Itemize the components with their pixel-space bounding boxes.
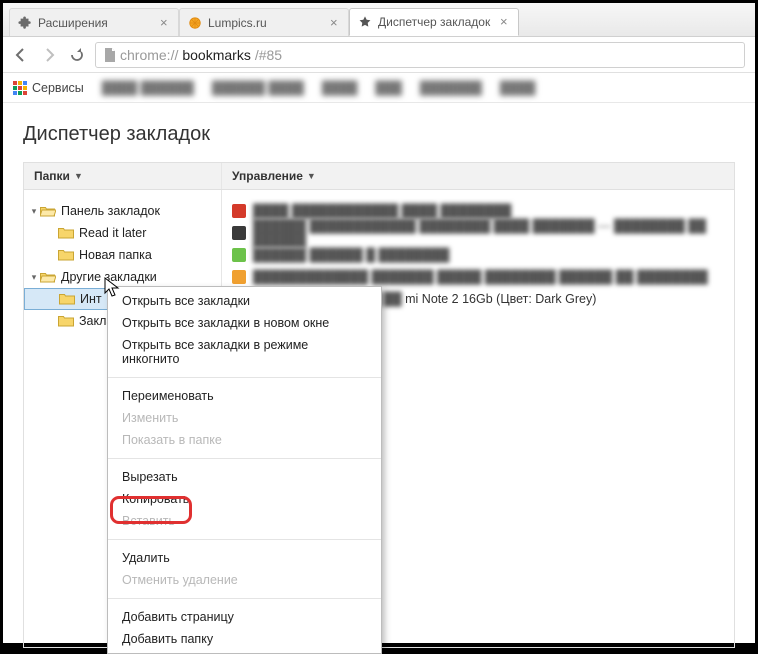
ctx-cut[interactable]: Вырезать [108,466,381,488]
ctx-open-all[interactable]: Открыть все закладки [108,290,381,312]
bookmark-link-blurred[interactable]: ███████ [420,81,482,95]
ctx-add-page[interactable]: Добавить страницу [108,606,381,628]
tree-label: Панель закладок [61,204,160,218]
ctx-copy[interactable]: Копировать [108,488,381,510]
bookmark-link-blurred[interactable]: ███ [375,81,402,95]
ctx-open-all-incognito[interactable]: Открыть все закладки в режиме инкогнито [108,334,381,370]
url-scheme: chrome:// [120,47,178,63]
manager-toolbar: Папки ▼ Управление ▼ [23,162,735,190]
tab-title: Lumpics.ru [208,16,326,30]
bookmark-title-blurred: ██████ ██████ █ ████████ [253,248,449,262]
toolbar: chrome://bookmarks /#85 [3,37,755,73]
ctx-open-all-new-window[interactable]: Открыть все закладки в новом окне [108,312,381,334]
bookmark-title-blurred: ██████ ████████████ ████████ ████ ██████… [253,219,724,247]
close-icon[interactable]: × [500,17,510,27]
bookmark-link-blurred[interactable]: ████ [500,81,535,95]
folder-open-icon [40,205,56,217]
bookmarks-bar: Сервисы ████ ██████ ██████ ████ ████ ███… [3,73,755,103]
apps-icon [13,81,27,95]
separator [108,458,381,459]
ctx-add-folder[interactable]: Добавить папку [108,628,381,650]
tree-label: Инт [80,292,102,306]
ctx-paste: Вставить [108,510,381,532]
address-bar[interactable]: chrome://bookmarks /#85 [95,42,745,68]
apps-button[interactable]: Сервисы [13,81,84,95]
separator [108,377,381,378]
tab-lumpics[interactable]: Lumpics.ru × [179,8,349,36]
tree-label: Read it later [79,226,146,240]
bookmark-title-tail: mi Note 2 16Gb (Цвет: Dark Grey) [405,292,596,306]
bookmark-title-blurred: ████ ████████████ ████ ████████ [253,204,511,218]
tree-folder[interactable]: ▾ Панель закладок [24,200,221,222]
browser-window: Расширения × Lumpics.ru × Диспетчер закл… [3,3,755,643]
folder-icon [58,249,74,261]
page-icon [104,48,116,62]
ctx-rename[interactable]: Переименовать [108,385,381,407]
favicon [232,248,246,262]
ctx-show-in-folder: Показать в папке [108,429,381,451]
tab-bar: Расширения × Lumpics.ru × Диспетчер закл… [3,3,755,37]
tree-folder[interactable]: Read it later [24,222,221,244]
context-menu: Открыть все закладки Открыть все закладк… [107,286,382,654]
page-title: Диспетчер закладок [23,123,735,146]
reload-button[interactable] [69,47,85,63]
tree-folder[interactable]: ▾ Другие закладки [24,266,221,288]
chevron-down-icon: ▼ [307,171,316,181]
separator [108,598,381,599]
caret-down-icon[interactable]: ▾ [28,272,40,283]
list-item[interactable]: ██████ ██████ █ ████████ [232,244,724,266]
separator [108,539,381,540]
star-icon [358,15,372,29]
folder-icon [58,315,74,327]
bookmark-link-blurred[interactable]: ████ [322,81,357,95]
folders-dropdown[interactable]: Папки ▼ [24,163,222,189]
tab-bookmarks-active[interactable]: Диспетчер закладок × [349,8,519,36]
orange-circle-icon [188,16,202,30]
tree-label: Другие закладки [61,270,157,284]
back-button[interactable] [13,47,29,63]
forward-button[interactable] [41,47,57,63]
tab-title: Расширения [38,16,156,30]
caret-down-icon[interactable]: ▾ [28,206,40,217]
manage-dropdown[interactable]: Управление ▼ [222,169,316,183]
favicon [232,204,246,218]
url-host: bookmarks [182,47,250,63]
ctx-edit: Изменить [108,407,381,429]
tab-extensions[interactable]: Расширения × [9,8,179,36]
nav-buttons [13,47,85,63]
bookmark-link-blurred[interactable]: ██████ ████ [212,81,304,95]
list-item[interactable]: █████████████ ███████ █████ ████████ ███… [232,266,724,288]
close-icon[interactable]: × [160,18,170,28]
close-icon[interactable]: × [330,18,340,28]
tree-label: Новая папка [79,248,152,262]
list-item[interactable]: ██████ ████████████ ████████ ████ ██████… [232,222,724,244]
chevron-down-icon: ▼ [74,171,83,181]
folder-icon [59,293,75,305]
puzzle-icon [18,16,32,30]
ctx-undo-delete: Отменить удаление [108,569,381,591]
tree-folder[interactable]: Новая папка [24,244,221,266]
folder-icon [58,227,74,239]
url-path: /#85 [255,47,282,63]
favicon [232,226,246,240]
ctx-delete[interactable]: Удалить [108,547,381,569]
folder-open-icon [40,271,56,283]
favicon [232,270,246,284]
tab-title: Диспетчер закладок [378,15,496,29]
apps-label: Сервисы [32,81,84,95]
bookmark-title-blurred: █████████████ ███████ █████ ████████ ███… [253,270,708,284]
bookmark-link-blurred[interactable]: ████ ██████ [102,81,194,95]
